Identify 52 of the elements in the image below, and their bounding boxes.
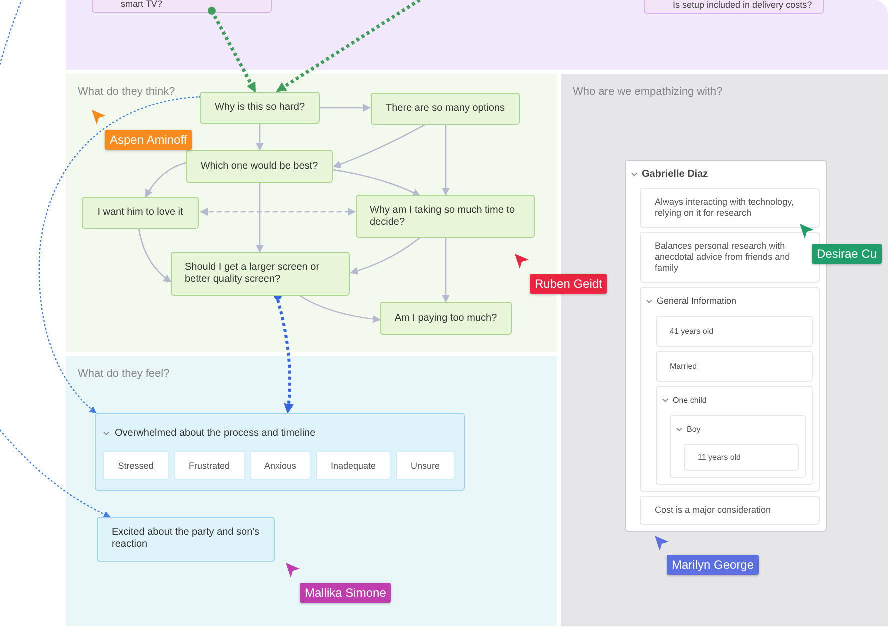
dotted-line (0, 0, 23, 66)
chevron-icon[interactable] (646, 298, 653, 305)
user-cursor-label: Mallika Simone (300, 583, 392, 603)
chevron-icon[interactable] (103, 430, 110, 437)
sticky-note: Is setup included in delivery costs? (644, 0, 824, 14)
user-cursor-label: Aspen Aminoff (105, 130, 192, 150)
group-title: Boy (687, 424, 701, 435)
connector-arrow (442, 125, 450, 196)
chevron-icon[interactable] (676, 426, 683, 433)
cursor-icon (655, 536, 669, 551)
thought-card: Why is this so hard? (200, 92, 320, 124)
feeling-tag: Inadequate (316, 451, 391, 480)
cursor-icon (286, 563, 300, 578)
note-card: Married (656, 351, 813, 382)
connector-arrow (138, 228, 172, 283)
cursor-icon (800, 224, 814, 239)
connector-arrow (256, 124, 264, 151)
region-title: What do they think? (78, 86, 176, 98)
region-title: What do they feel? (78, 368, 171, 380)
chevron-icon[interactable] (662, 397, 669, 404)
persona-name: Gabrielle Diaz (642, 169, 708, 180)
thought-card: Should I get a larger screen or better quality screen? (171, 252, 350, 296)
group-title: General Information (657, 296, 737, 307)
chevron-icon[interactable] (631, 171, 638, 178)
thought-card: Which one would be best? (186, 150, 333, 183)
note-card: Always interacting with technology, relying on it for research (640, 188, 820, 228)
feeling-tag: Unsure (396, 451, 455, 480)
thought-card: Why am I taking so much time to decide? (356, 195, 535, 238)
user-cursor-label: Ruben Geidt (530, 274, 608, 294)
thought-card: I want him to love it (82, 197, 199, 229)
note-card: Cost is a major consideration (640, 496, 820, 525)
note-card: 11 years old (684, 444, 799, 471)
feeling-card: Excited about the party and son's reaction (97, 517, 275, 562)
connector-arrow (350, 237, 420, 275)
feeling-tag: Anxious (250, 451, 311, 480)
user-cursor-label: Desirae Cu (812, 244, 882, 264)
feeling-tag: Stressed (103, 451, 169, 480)
group-title: One child (673, 395, 707, 406)
connector-arrow (320, 104, 371, 112)
cursor-icon (92, 110, 106, 125)
connector-arrow (442, 238, 450, 303)
feeling-tag: Frustrated (174, 451, 245, 480)
connector-arrow (256, 183, 264, 253)
note-card: 41 years old (656, 316, 813, 347)
cursor-icon (515, 254, 529, 269)
user-cursor-label: Marilyn George (667, 555, 760, 575)
thought-card: There are so many options (371, 93, 520, 125)
connector-arrow (145, 162, 186, 198)
sticky-note: smart TV? (92, 0, 272, 13)
feeling-group-title: Overwhelmed about the process and timeline (115, 428, 316, 439)
thought-card: Am I paying too much? (380, 302, 512, 335)
region-title: Who are we empathizing with? (573, 86, 724, 98)
